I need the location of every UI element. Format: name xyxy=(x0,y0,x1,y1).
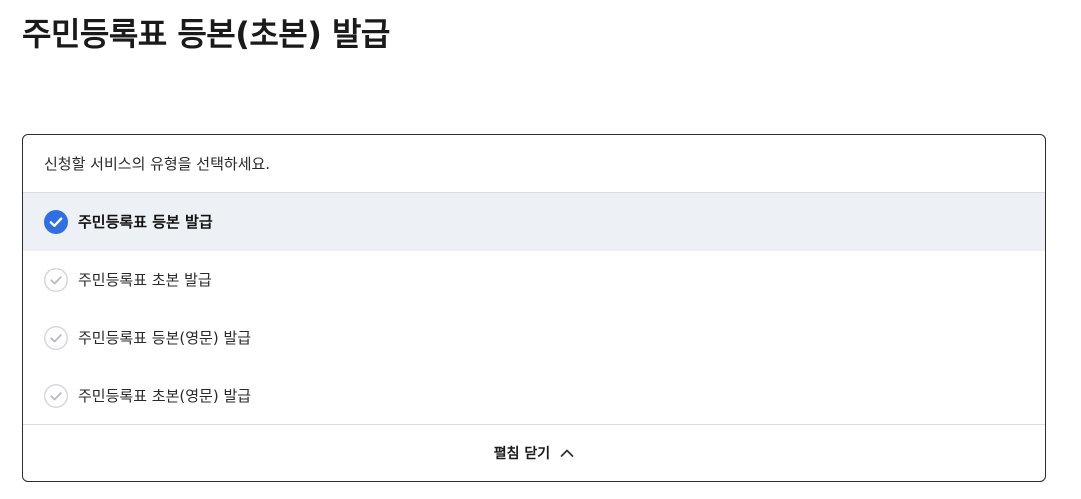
collapse-toggle-label: 펼침 닫기 xyxy=(493,446,551,462)
option-resident-abstract[interactable]: 주민등록표 초본 발급 xyxy=(23,251,1045,309)
service-type-selector: 신청할 서비스의 유형을 선택하세요. 주민등록표 등본 발급 주민등록표 초본… xyxy=(22,134,1046,482)
option-resident-copy-english[interactable]: 주민등록표 등본(영문) 발급 xyxy=(23,309,1045,367)
selector-prompt: 신청할 서비스의 유형을 선택하세요. xyxy=(23,135,1045,193)
option-resident-copy[interactable]: 주민등록표 등본 발급 xyxy=(23,193,1045,251)
option-resident-abstract-english[interactable]: 주민등록표 초본(영문) 발급 xyxy=(23,367,1045,425)
page-title: 주민등록표 등본(초본) 발급 xyxy=(22,15,390,53)
chevron-up-icon xyxy=(560,446,574,460)
option-label: 주민등록표 등본(영문) 발급 xyxy=(78,328,252,347)
option-label: 주민등록표 초본 발급 xyxy=(78,270,212,289)
check-circle-outline-icon xyxy=(44,268,68,292)
option-label: 주민등록표 등본 발급 xyxy=(78,212,213,231)
check-circle-filled-icon xyxy=(44,210,68,234)
option-label: 주민등록표 초본(영문) 발급 xyxy=(78,386,252,405)
collapse-toggle-button[interactable]: 펼침 닫기 xyxy=(23,424,1045,481)
check-circle-outline-icon xyxy=(44,384,68,408)
check-circle-outline-icon xyxy=(44,326,68,350)
